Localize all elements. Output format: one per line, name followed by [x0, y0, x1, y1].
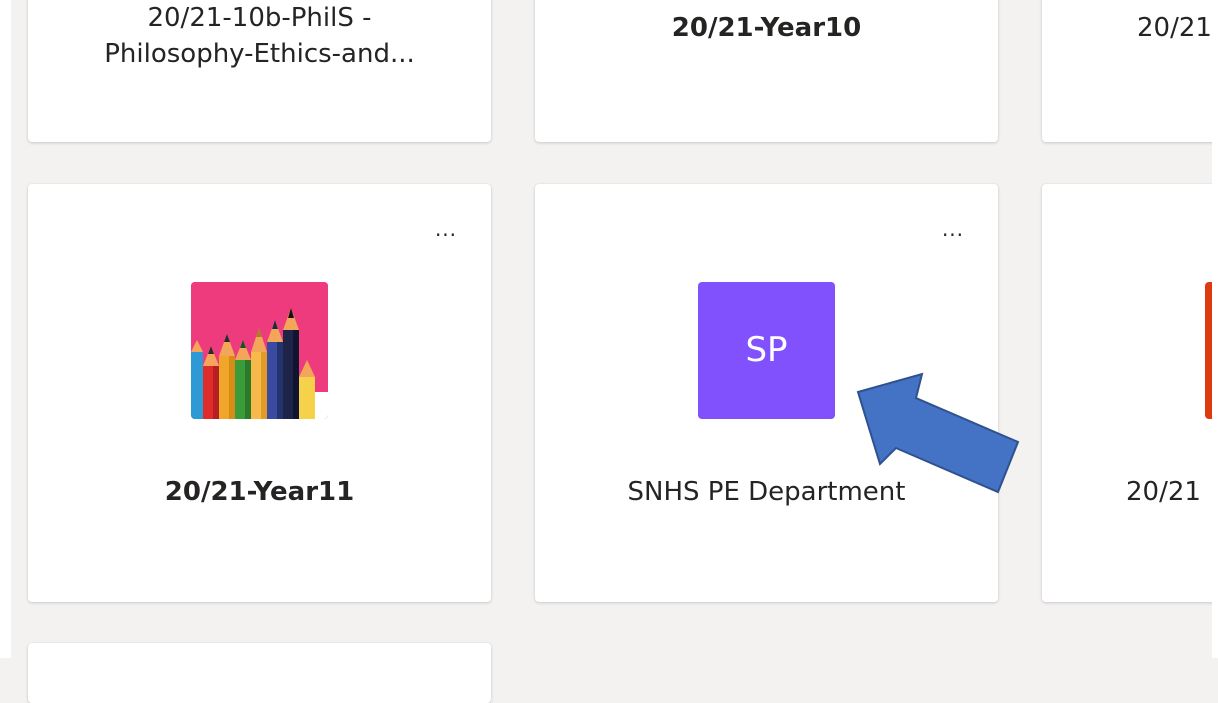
team-card-year10[interactable]: 20/21-Year10 [535, 0, 998, 142]
right-edge [1212, 0, 1218, 658]
team-card-top-right[interactable]: 20/21 [1042, 0, 1218, 142]
team-card-title: 20/21-Year10 [671, 13, 862, 43]
team-card-title: 20/21 [1137, 13, 1212, 43]
team-card-philosophy[interactable]: 20/21-10b-PhilS - Philosophy-Ethics-and.… [28, 0, 491, 142]
team-card-year11[interactable]: ... 20/21-Year11 [28, 184, 491, 602]
left-edge [0, 0, 11, 658]
team-card-title: 20/21 [1126, 477, 1201, 507]
team-card-bottom[interactable] [28, 643, 491, 703]
team-card-title: 20/21-Year11 [164, 477, 355, 507]
team-card-title: 20/21-10b-PhilS - [147, 3, 372, 33]
pencils-team-icon [191, 282, 328, 419]
team-initials-icon: SP [698, 282, 835, 419]
annotation-arrow-icon [856, 372, 1020, 494]
pencils-icon [191, 282, 328, 419]
team-card-title-line2: Philosophy-Ethics-and... [104, 39, 415, 69]
more-options-button[interactable]: ... [933, 219, 973, 246]
team-card-mid-right[interactable]: 20/21 [1042, 184, 1218, 602]
more-options-button[interactable]: ... [426, 219, 466, 246]
